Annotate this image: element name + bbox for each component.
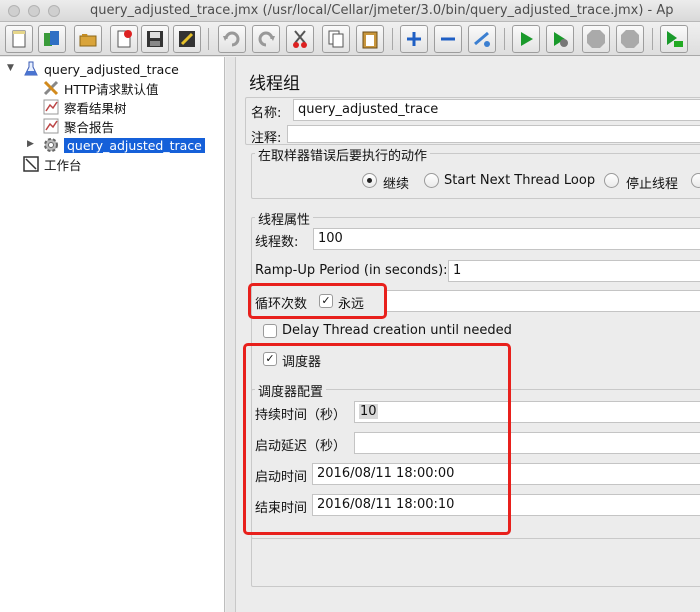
- loop-highlight-box: [248, 283, 387, 319]
- toolbar: [0, 22, 700, 56]
- continue-label: 继续: [383, 177, 410, 192]
- zoom-window-button[interactable]: [48, 5, 60, 17]
- save-button[interactable]: [141, 25, 169, 53]
- threads-label: 线程数:: [255, 235, 299, 250]
- copy-icon: [328, 30, 344, 48]
- stop-icon: [587, 30, 605, 48]
- undo-button[interactable]: [218, 25, 246, 53]
- thread-group-panel: 线程组 名称: query_adjusted_trace 注释: 在取样器错误后…: [237, 57, 700, 612]
- listener-icon: [42, 118, 60, 134]
- tree-item-http-defaults[interactable]: HTTP请求默认值: [42, 79, 159, 97]
- start-no-pauses-button[interactable]: [546, 25, 574, 53]
- shutdown-icon: [621, 30, 639, 48]
- toggle-icon: [474, 31, 490, 47]
- thread-properties-title: 线程属性: [255, 209, 314, 228]
- start-icon: [521, 32, 533, 46]
- save-icon: [147, 31, 163, 47]
- stop-button[interactable]: [582, 25, 610, 53]
- window-title: query_adjusted_trace.jmx (/usr/local/Cel…: [90, 3, 674, 18]
- name-field[interactable]: query_adjusted_trace: [293, 99, 700, 121]
- start-no-pause-icon: [554, 32, 568, 47]
- save-as-button[interactable]: [173, 25, 201, 53]
- workbench-icon: [22, 156, 40, 172]
- collapse-all-button[interactable]: [434, 25, 462, 53]
- name-label: 名称:: [251, 106, 282, 121]
- comment-label: 注释:: [251, 131, 282, 146]
- chevron-down-icon[interactable]: ▼: [7, 63, 14, 73]
- on-error-title: 在取样器错误后要执行的动作: [255, 145, 431, 164]
- splitter[interactable]: [226, 57, 236, 612]
- paste-icon: [362, 31, 378, 49]
- rampup-label: Ramp-Up Period (in seconds):: [255, 263, 448, 278]
- shutdown-button[interactable]: [616, 25, 644, 53]
- new-icon: [12, 30, 26, 48]
- redo-button[interactable]: [252, 25, 280, 53]
- tree-item-label: HTTP请求默认值: [64, 81, 159, 97]
- stop-thread-radio[interactable]: [604, 173, 619, 188]
- stop-thread-label: 停止线程: [626, 177, 679, 192]
- delay-thread-checkbox[interactable]: [263, 324, 277, 338]
- next-loop-label: Start Next Thread Loop: [444, 173, 596, 188]
- tree-item-test-plan[interactable]: query_adjusted_trace: [22, 60, 179, 78]
- remote-start-button[interactable]: [660, 25, 688, 53]
- wrench-icon: [42, 80, 60, 96]
- templates-button[interactable]: [38, 25, 66, 53]
- open-button[interactable]: [74, 25, 102, 53]
- threads-field[interactable]: 100: [313, 228, 700, 250]
- close-file-button[interactable]: [110, 25, 138, 53]
- expand-all-button[interactable]: [400, 25, 428, 53]
- flask-icon: [22, 61, 40, 77]
- paste-button[interactable]: [356, 25, 384, 53]
- tree-item-label: query_adjusted_trace: [64, 137, 205, 153]
- listener-icon: [42, 99, 60, 115]
- close-window-button[interactable]: [8, 5, 20, 17]
- page-title: 线程组: [249, 74, 300, 94]
- loop-count-field[interactable]: [385, 290, 700, 312]
- undo-icon: [223, 31, 240, 47]
- expand-icon: [407, 32, 421, 46]
- copy-button[interactable]: [322, 25, 350, 53]
- tree-item-label: 工作台: [44, 157, 82, 173]
- minimize-window-button[interactable]: [28, 5, 40, 17]
- start-button[interactable]: [512, 25, 540, 53]
- save-as-icon: [179, 31, 195, 47]
- more-radio[interactable]: [691, 173, 700, 188]
- tree-item-label: 聚合报告: [64, 119, 115, 135]
- new-button[interactable]: [5, 25, 33, 53]
- continue-radio[interactable]: [362, 173, 377, 188]
- title-bar: query_adjusted_trace.jmx (/usr/local/Cel…: [0, 0, 700, 22]
- tree-item-view-results-tree[interactable]: 察看结果树: [42, 98, 127, 116]
- test-plan-tree: ▼ query_adjusted_trace HTTP请求默认值 察看结果树 聚…: [0, 57, 225, 612]
- toggle-button[interactable]: [468, 25, 496, 53]
- next-loop-radio[interactable]: [424, 173, 439, 188]
- tree-item-label: 察看结果树: [64, 100, 127, 116]
- tree-item-aggregate-report[interactable]: 聚合报告: [42, 117, 114, 135]
- collapse-icon: [441, 37, 455, 41]
- cut-icon: [293, 30, 307, 48]
- tree-item-label: query_adjusted_trace: [44, 61, 179, 77]
- rampup-field[interactable]: 1: [448, 260, 700, 282]
- templates-icon: [44, 31, 59, 46]
- cut-button[interactable]: [286, 25, 314, 53]
- remote-start-icon: [667, 31, 683, 47]
- redo-icon: [258, 31, 275, 47]
- delay-thread-label: Delay Thread creation until needed: [282, 323, 512, 338]
- tree-item-thread-group[interactable]: query_adjusted_trace: [42, 136, 205, 154]
- chevron-right-icon[interactable]: ▶: [27, 139, 34, 149]
- open-icon: [79, 34, 97, 47]
- gear-icon: [42, 137, 60, 153]
- scheduler-highlight-box: [243, 343, 511, 535]
- comment-field[interactable]: [287, 125, 700, 143]
- tree-item-workbench[interactable]: 工作台: [22, 155, 82, 173]
- close-icon: [117, 30, 132, 48]
